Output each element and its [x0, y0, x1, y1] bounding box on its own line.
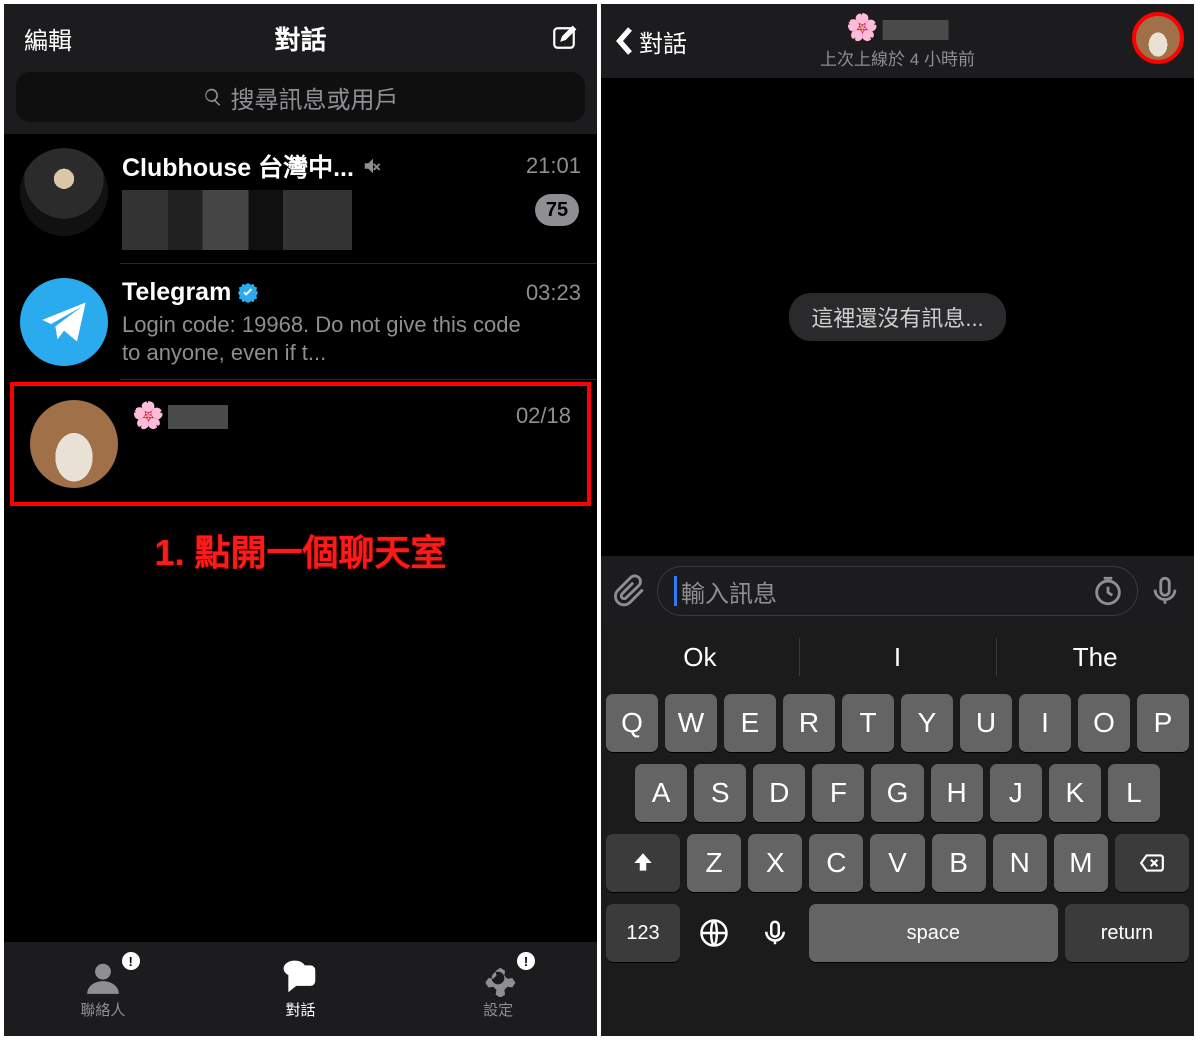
chat-row-highlighted[interactable]: 🌸 02/18 [10, 382, 591, 506]
tab-contacts[interactable]: 聯絡人 [4, 942, 202, 1036]
redacted-name [883, 20, 949, 40]
edit-button[interactable]: 編輯 [24, 21, 72, 56]
key-x[interactable]: X [748, 834, 802, 892]
chat-name: 🌸 [132, 400, 228, 431]
chat-time: 03:23 [526, 280, 581, 306]
dictation-key[interactable] [748, 904, 802, 962]
suggestion[interactable]: The [996, 626, 1194, 688]
last-seen-status: 上次上線於 4 小時前 [820, 45, 975, 70]
message-input-bar: 輸入訊息 [601, 556, 1194, 626]
key-k[interactable]: K [1049, 764, 1101, 822]
chat-row[interactable]: Telegram 03:23 Login code: 19968. Do not… [4, 264, 597, 380]
no-messages-label: 這裡還沒有訊息... [789, 293, 1005, 341]
suggestion-bar: Ok I The [601, 626, 1194, 688]
key-f[interactable]: F [812, 764, 864, 822]
settings-icon [479, 959, 517, 997]
conversation-screen: 對話 🌸 上次上線於 4 小時前 2. 這裡還沒有訊息... 輸入訊息 Ok [601, 4, 1194, 1036]
key-v[interactable]: V [870, 834, 924, 892]
timer-icon[interactable] [1091, 574, 1125, 608]
contact-name[interactable]: 🌸 [820, 12, 975, 43]
message-input[interactable]: 輸入訊息 [657, 566, 1138, 616]
backspace-icon [1139, 850, 1165, 876]
nav-bar: 編輯 對話 [4, 4, 597, 72]
key-y[interactable]: Y [901, 694, 953, 752]
contacts-icon [84, 959, 122, 997]
key-e[interactable]: E [724, 694, 776, 752]
chat-time: 02/18 [516, 403, 571, 429]
key-c[interactable]: C [809, 834, 863, 892]
chats-icon [282, 959, 320, 997]
chevron-left-icon [615, 26, 633, 56]
key-o[interactable]: O [1078, 694, 1130, 752]
search-icon [203, 87, 223, 107]
key-u[interactable]: U [960, 694, 1012, 752]
space-key[interactable]: space [809, 904, 1058, 962]
key-r[interactable]: R [783, 694, 835, 752]
unread-badge: 75 [535, 194, 579, 226]
shift-key[interactable] [606, 834, 680, 892]
annotation-step-1: 1. 點開一個聊天室 [4, 524, 597, 576]
key-h[interactable]: H [931, 764, 983, 822]
tab-chats[interactable]: 對話 [202, 942, 400, 1036]
compose-icon [551, 25, 577, 51]
back-button[interactable]: 對話 [615, 24, 687, 59]
chat-time: 21:01 [526, 153, 581, 179]
key-m[interactable]: M [1054, 834, 1108, 892]
key-b[interactable]: B [932, 834, 986, 892]
text-cursor [674, 576, 677, 606]
avatar [20, 278, 108, 366]
chat-preview-redacted [122, 190, 352, 250]
globe-icon [699, 918, 729, 948]
suggestion[interactable]: I [799, 626, 997, 688]
alert-badge-icon [517, 952, 535, 970]
key-i[interactable]: I [1019, 694, 1071, 752]
alert-badge-icon [122, 952, 140, 970]
key-l[interactable]: L [1108, 764, 1160, 822]
key-j[interactable]: J [990, 764, 1042, 822]
key-s[interactable]: S [694, 764, 746, 822]
key-d[interactable]: D [753, 764, 805, 822]
nav-bar: 對話 🌸 上次上線於 4 小時前 [601, 4, 1194, 78]
chat-preview: Login code: 19968. Do not give this code… [122, 311, 542, 366]
key-t[interactable]: T [842, 694, 894, 752]
message-area[interactable]: 這裡還沒有訊息... [601, 78, 1194, 556]
muted-icon [362, 155, 384, 177]
key-q[interactable]: Q [606, 694, 658, 752]
input-placeholder: 輸入訊息 [681, 574, 777, 609]
chat-name: Telegram [122, 278, 231, 307]
chat-name: Clubhouse 台灣中... [122, 148, 354, 184]
tab-bar: 聯絡人 對話 設定 [4, 942, 597, 1036]
telegram-icon [38, 296, 90, 348]
key-p[interactable]: P [1137, 694, 1189, 752]
key-g[interactable]: G [871, 764, 923, 822]
mic-icon [760, 918, 790, 948]
avatar [30, 400, 118, 488]
globe-key[interactable] [687, 904, 741, 962]
chat-row[interactable]: Clubhouse 台灣中... 21:01 75 [4, 134, 597, 264]
attach-icon[interactable] [613, 574, 647, 608]
key-n[interactable]: N [993, 834, 1047, 892]
redacted-name [168, 405, 228, 429]
mic-icon[interactable] [1148, 574, 1182, 608]
numbers-key[interactable]: 123 [606, 904, 680, 962]
tab-settings[interactable]: 設定 [399, 942, 597, 1036]
search-input[interactable]: 搜尋訊息或用戶 [16, 72, 585, 122]
page-title: 對話 [274, 20, 326, 57]
backspace-key[interactable] [1115, 834, 1189, 892]
return-key[interactable]: return [1065, 904, 1189, 962]
keyboard: Ok I The QWERTYUIOP ASDFGHJKL ZXCVBNM 12… [601, 626, 1194, 1036]
shift-icon [630, 850, 656, 876]
chat-list-screen: 編輯 對話 搜尋訊息或用戶 Clubhouse 台灣中... 21:01 [4, 4, 597, 1036]
search-placeholder: 搜尋訊息或用戶 [231, 80, 399, 115]
key-a[interactable]: A [635, 764, 687, 822]
suggestion[interactable]: Ok [601, 626, 799, 688]
verified-icon [237, 282, 259, 304]
key-z[interactable]: Z [687, 834, 741, 892]
avatar [20, 148, 108, 236]
contact-avatar-highlighted[interactable] [1132, 12, 1184, 64]
key-w[interactable]: W [665, 694, 717, 752]
compose-button[interactable] [551, 25, 577, 51]
